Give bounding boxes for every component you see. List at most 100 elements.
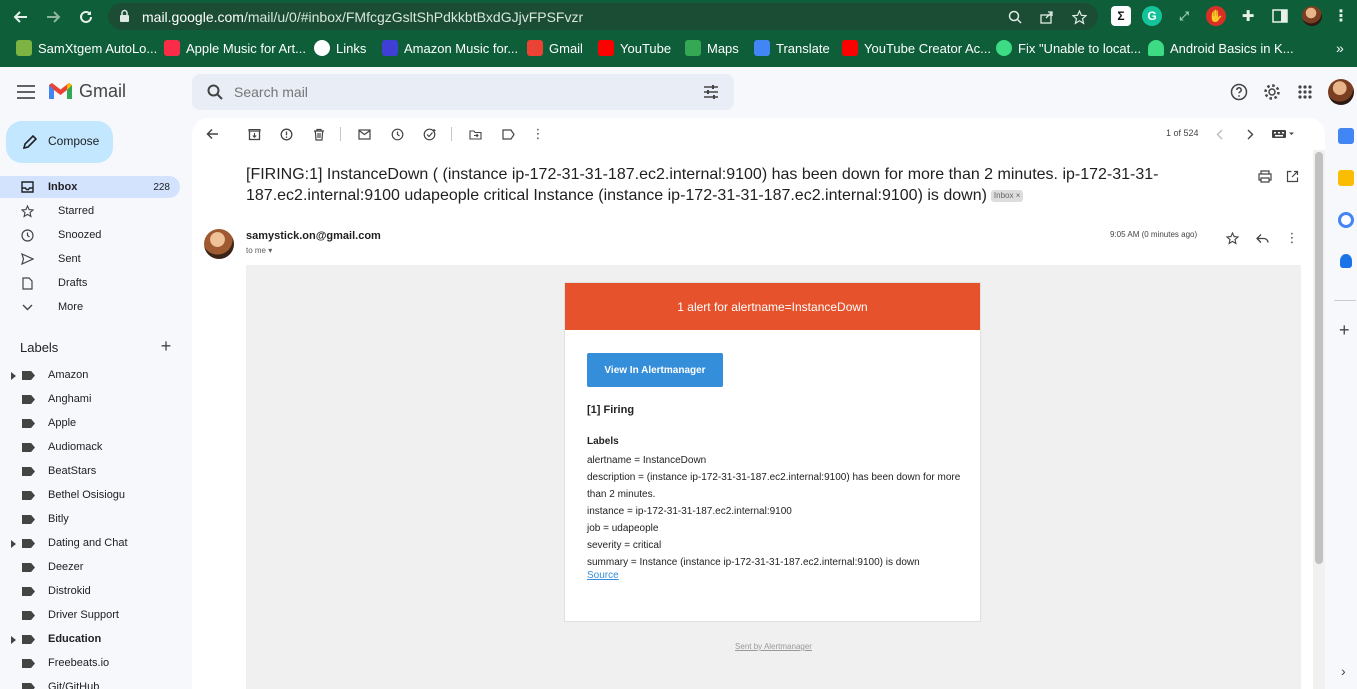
label-item-bitly[interactable]: Bitly — [0, 510, 180, 530]
label-item-education[interactable]: Education — [0, 630, 180, 650]
add-task-icon[interactable] — [422, 126, 438, 142]
bookmark-item[interactable]: Android Basics in K... — [1148, 40, 1294, 56]
compose-button[interactable]: Compose — [6, 121, 113, 163]
tasks-icon[interactable] — [1338, 212, 1354, 228]
search-options-icon[interactable] — [702, 83, 720, 101]
help-icon[interactable] — [1228, 81, 1250, 103]
clock-icon — [20, 228, 34, 242]
more-options-icon[interactable]: ⋮ — [530, 126, 546, 142]
contacts-icon[interactable] — [1340, 254, 1352, 268]
search-bar[interactable] — [192, 74, 734, 110]
bookmark-item[interactable]: SamXtgem AutoLo... — [16, 40, 157, 56]
bookmark-star-icon[interactable] — [1070, 8, 1088, 26]
input-tools-icon[interactable] — [1270, 126, 1296, 142]
expand-icon[interactable]: ⤢ — [1174, 6, 1194, 26]
recipients-toggle[interactable]: to me ▾ — [246, 246, 272, 255]
source-link[interactable]: Source — [587, 570, 619, 581]
add-label-icon[interactable]: + — [158, 337, 174, 355]
email-body: 1 alert for alertname=InstanceDown View … — [246, 265, 1301, 689]
bookmark-item[interactable]: Amazon Music for... — [382, 40, 518, 56]
apps-grid-icon[interactable] — [1294, 81, 1316, 103]
sidepanel-icon[interactable] — [1270, 6, 1290, 26]
label-item-freebeats[interactable]: Freebeats.io — [0, 654, 180, 674]
label-item-beatstars[interactable]: BeatStars — [0, 462, 180, 482]
more-bookmarks-button[interactable]: » — [1336, 40, 1344, 56]
label-item-anghami[interactable]: Anghami — [0, 390, 180, 410]
move-to-icon[interactable] — [467, 126, 483, 142]
sender-email[interactable]: samystick.on@gmail.com — [246, 230, 381, 242]
star-message-icon[interactable] — [1224, 230, 1240, 246]
grammarly-icon[interactable]: G — [1142, 6, 1162, 26]
label-item-github[interactable]: Git/GitHub — [0, 678, 180, 689]
keep-icon[interactable] — [1338, 170, 1354, 186]
chevron-down-icon — [20, 300, 34, 314]
reply-icon[interactable] — [1254, 230, 1270, 246]
share-icon[interactable] — [1038, 8, 1056, 26]
bookmark-item[interactable]: Apple Music for Art... — [164, 40, 306, 56]
bookmark-item[interactable]: YouTube Creator Ac... — [842, 40, 991, 56]
show-side-panel-chevron-icon[interactable]: › — [1341, 663, 1346, 679]
sidebar-item-label: Inbox — [48, 181, 78, 193]
label-item-bethel[interactable]: Bethel Osisiogu — [0, 486, 180, 506]
bookmark-item[interactable]: Fix "Unable to locat... — [996, 40, 1141, 56]
reload-icon[interactable] — [74, 5, 98, 29]
message-more-icon[interactable]: ⋮ — [1284, 230, 1300, 246]
print-icon[interactable] — [1257, 168, 1273, 184]
label-icon[interactable] — [500, 126, 516, 142]
kebab-menu-icon[interactable]: ⋮ — [1331, 6, 1351, 26]
back-icon[interactable] — [9, 5, 33, 29]
settings-gear-icon[interactable] — [1261, 81, 1283, 103]
search-input[interactable] — [234, 80, 674, 104]
sender-avatar[interactable] — [204, 229, 234, 259]
search-icon[interactable] — [206, 83, 224, 101]
label-item-amazon[interactable]: Amazon — [0, 366, 180, 386]
sidebar-item-snoozed[interactable]: Snoozed — [10, 224, 180, 246]
older-chevron-icon[interactable] — [1242, 126, 1258, 142]
zoom-icon[interactable] — [1006, 8, 1024, 26]
expand-arrow-icon[interactable] — [11, 540, 16, 548]
expand-arrow-icon[interactable] — [11, 636, 16, 644]
label-item-apple[interactable]: Apple — [0, 414, 180, 434]
forward-icon[interactable] — [41, 5, 65, 29]
bookmark-item[interactable]: YouTube — [598, 40, 671, 56]
label-item-dating[interactable]: Dating and Chat — [0, 534, 180, 554]
add-addon-icon[interactable]: + — [1339, 320, 1350, 341]
mark-unread-icon[interactable] — [356, 126, 372, 142]
bookmark-item[interactable]: Gmail — [527, 40, 583, 56]
scrollbar-thumb[interactable] — [1315, 152, 1323, 564]
label-item-distrokid[interactable]: Distrokid — [0, 582, 180, 602]
snooze-icon[interactable] — [389, 126, 405, 142]
bookmark-item[interactable]: Maps — [685, 40, 739, 56]
sidebar-item-drafts[interactable]: Drafts — [10, 272, 180, 294]
sidebar-item-more[interactable]: More — [10, 296, 180, 318]
label-item-audiomack[interactable]: Audiomack — [0, 438, 180, 458]
sent-by-footer[interactable]: Sent by Alertmanager — [246, 642, 1301, 651]
extension-icon[interactable]: Σ — [1111, 6, 1131, 26]
account-avatar[interactable] — [1328, 79, 1354, 105]
open-new-window-icon[interactable] — [1284, 168, 1300, 184]
maps-icon — [685, 40, 701, 56]
gmail-logo[interactable]: Gmail — [48, 81, 126, 102]
report-spam-icon[interactable] — [278, 126, 294, 142]
label-item-deezer[interactable]: Deezer — [0, 558, 180, 578]
bookmark-item[interactable]: Translate — [754, 40, 830, 56]
expand-arrow-icon[interactable] — [11, 372, 16, 380]
puzzle-icon[interactable]: ✚ — [1238, 6, 1258, 26]
delete-icon[interactable] — [311, 126, 327, 142]
back-to-inbox-icon[interactable] — [204, 126, 220, 142]
adblock-icon[interactable]: ✋ — [1206, 6, 1226, 26]
sidebar-item-starred[interactable]: Starred — [10, 200, 180, 222]
view-in-alertmanager-button[interactable]: View In Alertmanager — [587, 353, 723, 387]
newer-chevron-icon[interactable] — [1212, 126, 1228, 142]
address-bar[interactable]: mail.google.com/mail/u/0/#inbox/FMfcgzGs… — [108, 3, 1098, 30]
label-tag-icon — [22, 659, 35, 668]
label-item-driver-support[interactable]: Driver Support — [0, 606, 180, 626]
profile-avatar-icon[interactable] — [1302, 6, 1322, 26]
sidebar-item-sent[interactable]: Sent — [10, 248, 180, 270]
inbox-label-chip[interactable]: Inbox × — [990, 190, 1024, 202]
archive-icon[interactable] — [246, 126, 262, 142]
calendar-icon[interactable] — [1338, 128, 1354, 144]
sidebar-item-inbox[interactable]: Inbox 228 — [0, 176, 180, 198]
bookmark-item[interactable]: Links — [314, 40, 366, 56]
main-menu-icon[interactable] — [14, 80, 38, 104]
